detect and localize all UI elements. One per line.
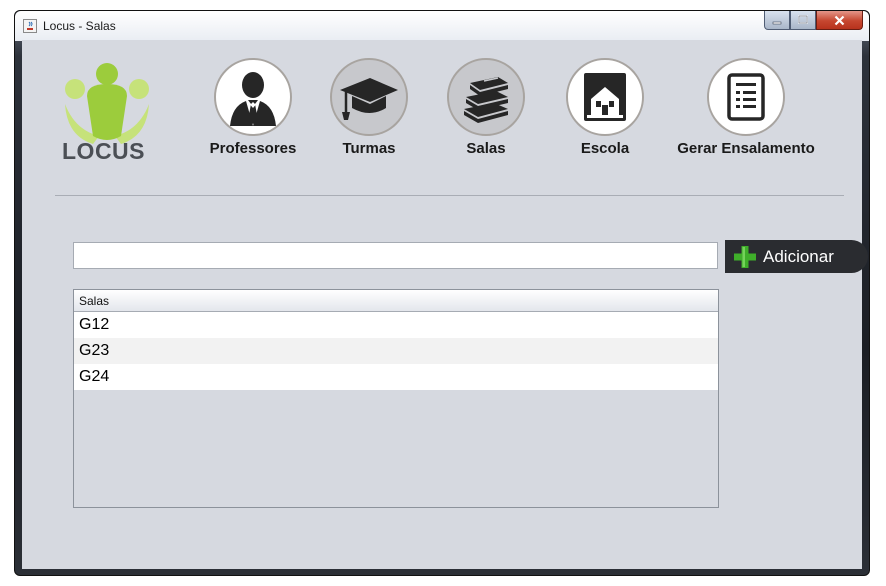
nav-escola-circle	[566, 58, 644, 136]
column-header-salas[interactable]: Salas	[74, 290, 718, 312]
nav-turmas[interactable]: Turmas	[319, 58, 419, 157]
books-icon	[464, 77, 508, 123]
nav-salas[interactable]: Salas	[436, 58, 536, 157]
nav-salas-label: Salas	[466, 140, 506, 157]
nav-gerar-ensalamento-label: Gerar Ensalamento	[677, 140, 815, 157]
add-button[interactable]: Adicionar	[725, 240, 868, 273]
nav-escola[interactable]: Escola	[555, 58, 655, 157]
salas-table: Salas G12 G23 G24	[73, 289, 719, 508]
plus-icon	[734, 245, 756, 268]
title-bar[interactable]: Locus - Salas	[15, 11, 869, 41]
maximize-button[interactable]	[790, 11, 816, 30]
table-row[interactable]: G24	[74, 364, 718, 390]
minimize-icon	[772, 21, 782, 25]
logo-text: LOCUS	[62, 138, 145, 164]
window-title: Locus - Salas	[43, 19, 116, 33]
add-button-label: Adicionar	[763, 246, 834, 266]
close-button[interactable]	[816, 11, 863, 30]
nav-gerar-ensalamento-circle	[707, 58, 785, 136]
nav-salas-circle	[447, 58, 525, 136]
nav-escola-label: Escola	[580, 140, 630, 157]
maximize-icon	[798, 15, 808, 24]
nav-turmas-label: Turmas	[342, 140, 396, 157]
main-content: LOCUS Professores Turmas Salas Escola Ge…	[22, 40, 868, 569]
app-window: Locus - Salas LOCUS Professores Turmas S…	[14, 10, 870, 576]
person-icon	[230, 72, 276, 126]
table-row[interactable]: G12	[74, 312, 718, 338]
nav-turmas-circle	[330, 58, 408, 136]
graduation-cap-icon	[340, 78, 398, 120]
minimize-button[interactable]	[764, 11, 790, 30]
school-building-icon	[584, 73, 626, 121]
java-app-icon	[23, 19, 37, 33]
header-divider	[55, 195, 844, 196]
document-icon	[727, 73, 765, 121]
nav-professores-label: Professores	[209, 140, 297, 157]
nav-professores[interactable]: Professores	[203, 58, 303, 157]
nav-professores-circle	[214, 58, 292, 136]
sala-name-input[interactable]	[73, 242, 718, 269]
close-icon	[834, 15, 845, 25]
table-row[interactable]: G23	[74, 338, 718, 364]
nav-gerar-ensalamento[interactable]: Gerar Ensalamento	[676, 58, 816, 157]
window-controls	[764, 11, 863, 31]
